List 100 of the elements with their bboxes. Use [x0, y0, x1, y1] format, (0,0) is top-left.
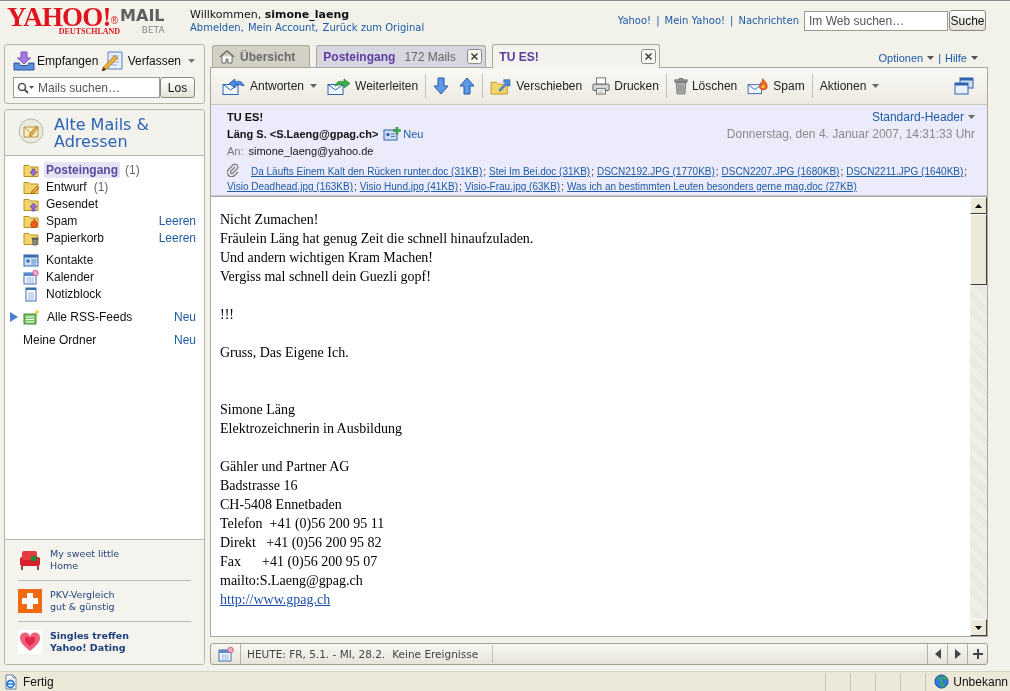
signature-line: Fax +41 (0)56 200 95 07 — [220, 553, 379, 571]
trademark-sign: ® — [110, 16, 119, 26]
menu-link[interactable]: Optionen — [878, 52, 935, 64]
calendar-range: HEUTE: FR, 5.1. - MI, 28.2. — [247, 648, 386, 660]
message-date: Donnerstag, den 4. Januar 2007, 14:31:33 Uhr — [726, 126, 975, 141]
header-view-menu[interactable]: Standard-Header — [871, 109, 975, 124]
attachment-separator: ; — [964, 166, 968, 177]
top-nav-link[interactable]: Yahoo! — [617, 14, 652, 27]
calendar-events: Keine Ereignisse — [392, 645, 494, 663]
attachment-link[interactable]: Was ich an bestimmten Leuten besonders gerne mag.doc (27KB) — [567, 181, 857, 192]
down-triangle-icon — [975, 625, 982, 630]
attachment-link[interactable]: Da Läufts Einem Kalt den Rücken runter.doc (31KB) — [251, 166, 483, 177]
top-nav-link[interactable]: Mein Yahoo! — [664, 14, 726, 27]
close-icon[interactable] — [467, 49, 483, 64]
envelope-right-arrow-icon — [327, 76, 352, 96]
delete-button[interactable]: Löschen — [670, 73, 741, 99]
notepad-pencil-icon — [100, 49, 125, 72]
folder-arrow-icon — [490, 77, 513, 95]
up-arrow-icon — [459, 77, 476, 95]
my-folders-label[interactable]: Meine Ordner — [23, 331, 99, 348]
beta-label: BETA — [141, 25, 165, 35]
close-icon[interactable] — [641, 49, 657, 64]
left-triangle-icon — [934, 649, 941, 659]
attachment-separator: ; — [591, 166, 594, 177]
tool-link[interactable]: Kontakte — [44, 251, 96, 268]
heart-icon — [18, 630, 42, 654]
menu-link[interactable]: Hilfe — [945, 52, 978, 64]
link-separator: | — [730, 14, 734, 27]
banner-title[interactable]: Alte Mails & Adressen — [54, 116, 174, 150]
tab[interactable]: Posteingang 172 Mails — [316, 45, 487, 67]
reply-button[interactable]: Antworten — [219, 73, 321, 99]
attachment-link[interactable]: Visio-Frau.jpg (63KB) — [464, 181, 561, 192]
empty-folder-link[interactable]: Leeren — [158, 213, 196, 228]
tray-down-arrow-icon — [13, 50, 35, 71]
print-button[interactable]: Drucken — [589, 73, 662, 99]
tab[interactable]: Übersicht — [212, 45, 311, 67]
signature-line: Badstrasse 16 — [220, 477, 299, 495]
ad-link[interactable]: Singles treffen Yahoo! Dating — [50, 630, 129, 654]
attachment-link[interactable]: Visio Hund.jpg (41KB) — [359, 181, 458, 192]
trash-can-icon — [673, 77, 688, 95]
website-link[interactable]: http://www.gpag.ch — [220, 592, 331, 607]
receive-button[interactable]: Empfangen — [13, 49, 99, 72]
add-contact-link[interactable]: Neu — [403, 127, 424, 140]
logo-wordmark[interactable]: YAHOO! — [7, 6, 111, 28]
welcome-text: Willkommen, simone_laeng — [190, 7, 350, 21]
expand-triangle-icon[interactable] — [10, 311, 18, 322]
folder-item[interactable]: Entwurf — [44, 178, 89, 195]
attachment-link[interactable]: Stei Im Bei.doc (31KB) — [489, 166, 591, 177]
search-icon — [17, 82, 35, 94]
ad-link[interactable]: My sweet little Home — [50, 548, 120, 572]
web-search-field[interactable]: Im Web suchen… — [804, 10, 948, 31]
folder-item[interactable]: Papierkorb — [44, 229, 107, 246]
move-button[interactable]: Verschieben — [487, 73, 586, 99]
folder-item[interactable]: Posteingang — [44, 161, 120, 178]
home-icon — [219, 48, 235, 65]
mail-search-field[interactable]: Mails suchen… — [13, 77, 160, 98]
envelope-flame-icon — [747, 77, 770, 95]
feeds-link[interactable]: Alle RSS-Feeds — [45, 308, 135, 325]
account-link[interactable]: Abmelden — [190, 20, 241, 34]
message-subject: TU ES! — [227, 110, 264, 123]
attachment-separator: ; — [483, 166, 487, 177]
folder-item[interactable]: Spam — [44, 212, 80, 229]
attachment-link[interactable]: Visio Deadhead.jpg (163KB) — [227, 181, 353, 192]
caret-icon — [971, 56, 978, 60]
down-arrow-icon — [433, 77, 450, 95]
up-triangle-icon — [975, 203, 982, 208]
empty-folder-link[interactable]: Leeren — [158, 230, 196, 245]
scroll-thumb[interactable] — [970, 214, 987, 285]
scroll-down-button[interactable] — [970, 619, 987, 636]
go-button[interactable]: Los — [160, 77, 195, 98]
link-separator: | — [656, 14, 660, 27]
ad-link[interactable]: PKV-Vergleich gut & günstig — [50, 589, 115, 613]
attachment-link[interactable]: DSCN2192.JPG (1770KB) — [596, 166, 715, 177]
actions-button[interactable]: Aktionen — [816, 73, 883, 99]
top-nav-link[interactable]: Nachrichten — [738, 14, 799, 27]
tool-link[interactable]: Notizblock — [44, 285, 104, 302]
armchair-icon — [18, 548, 42, 572]
card-plus-icon[interactable] — [383, 126, 402, 141]
tab[interactable]: TU ES! — [492, 44, 661, 68]
compose-button[interactable]: Verfassen — [100, 49, 195, 72]
tool-link[interactable]: Kalender — [44, 268, 97, 285]
spam-button[interactable]: Spam — [744, 73, 808, 99]
notepad-icon — [23, 285, 39, 302]
signature-line: mailto:S.Laeng@gpag.ch — [220, 572, 364, 590]
forward-button[interactable]: Weiterleiten — [324, 73, 422, 99]
logo-region-text: DEUTSCHLAND — [58, 28, 121, 36]
message-line: Vergiss mal schnell dein Guezli gopf! — [220, 268, 432, 286]
folder-item[interactable]: Gesendet — [44, 195, 101, 212]
attachment-link[interactable]: DSCN2211.JPG (1640KB) — [846, 166, 964, 177]
attachment-link[interactable]: DSCN2207.JPG (1680KB) — [721, 166, 840, 177]
vertical-scrollbar[interactable] — [970, 197, 987, 636]
signature-line: Gähler und Partner AG — [220, 458, 351, 476]
message-line: Gruss, Das Eigene Ich. — [220, 344, 350, 362]
new-folder-link[interactable]: Neu — [174, 332, 196, 347]
scroll-up-button[interactable] — [970, 197, 987, 214]
logo-product-name: MAIL — [120, 7, 165, 25]
account-link[interactable]: Zurück zum Original — [322, 20, 425, 34]
search-button[interactable]: Suche — [949, 10, 986, 31]
right-triangle-icon — [954, 649, 961, 659]
new-feed-link[interactable]: Neu — [174, 309, 196, 324]
